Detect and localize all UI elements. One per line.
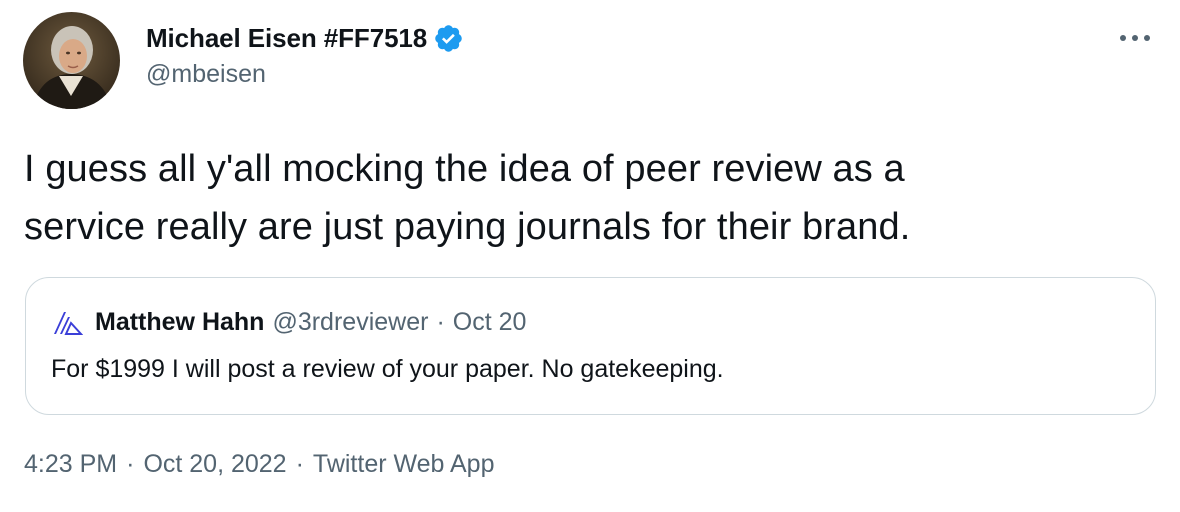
portrait-avatar-icon xyxy=(23,12,120,109)
author-display-name[interactable]: Michael Eisen #FF7518 xyxy=(146,23,427,54)
quoted-tweet[interactable]: Matthew Hahn @3rdreviewer · Oct 20 For $… xyxy=(25,277,1156,415)
author-info: Michael Eisen #FF7518 @mbeisen xyxy=(146,21,464,89)
verified-badge-icon xyxy=(433,23,464,54)
author-avatar[interactable] xyxy=(23,12,120,109)
more-options-button[interactable] xyxy=(1118,26,1152,50)
tweet-time[interactable]: 4:23 PM xyxy=(24,450,117,479)
tweet-date[interactable]: Oct 20, 2022 xyxy=(143,450,286,479)
tweet-card: Michael Eisen #FF7518 @mbeisen I guess a… xyxy=(0,0,1180,512)
quoted-author-handle[interactable]: @3rdreviewer xyxy=(272,308,428,337)
quoted-separator: · xyxy=(436,307,445,336)
meta-separator: · xyxy=(295,450,304,478)
tweet-text-line-2: service really are just paying journals … xyxy=(24,206,911,248)
quoted-tweet-header: Matthew Hahn @3rdreviewer · Oct 20 xyxy=(51,305,526,339)
more-horizontal-icon xyxy=(1120,35,1150,41)
tweet-source[interactable]: Twitter Web App xyxy=(313,450,495,479)
author-handle[interactable]: @mbeisen xyxy=(146,60,464,89)
triangle-logo-avatar-icon[interactable] xyxy=(51,306,84,338)
quoted-tweet-text: For $1999 I will post a review of your p… xyxy=(51,355,724,383)
quoted-date[interactable]: Oct 20 xyxy=(453,308,527,337)
meta-separator: · xyxy=(126,450,135,478)
quoted-author-name[interactable]: Matthew Hahn xyxy=(95,308,264,337)
tweet-metadata: 4:23 PM · Oct 20, 2022 · Twitter Web App xyxy=(24,450,495,479)
tweet-text: I guess all y'all mocking the idea of pe… xyxy=(24,140,1144,256)
tweet-text-line-1: I guess all y'all mocking the idea of pe… xyxy=(24,148,905,190)
